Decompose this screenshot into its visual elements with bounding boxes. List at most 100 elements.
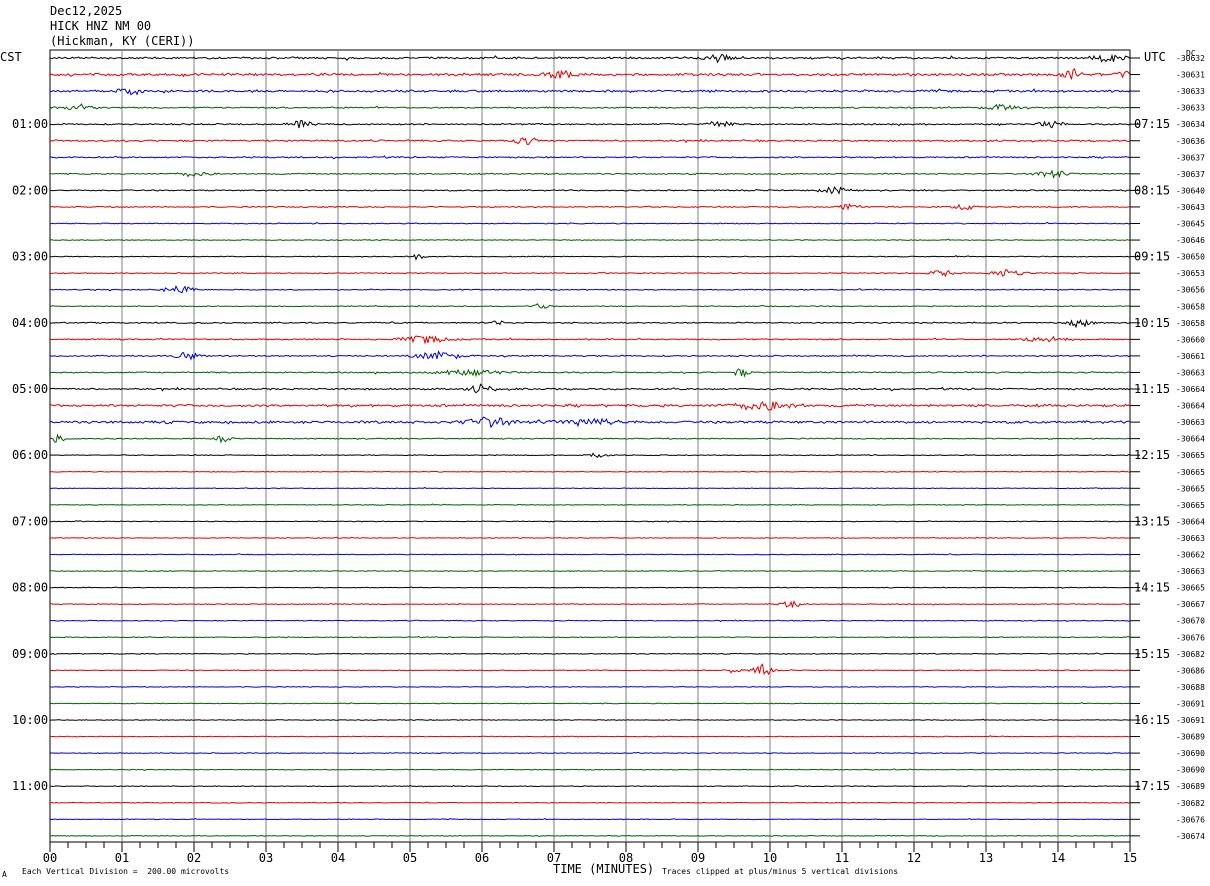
dc-offset-label: -30664 xyxy=(1176,402,1205,411)
dc-offset-label: -30631 xyxy=(1176,71,1205,80)
left-hour-label: 09:00 xyxy=(12,647,48,661)
dc-offset-label: -30664 xyxy=(1176,385,1205,394)
dc-offset-label: -30690 xyxy=(1176,749,1205,758)
dc-offset-label: -30689 xyxy=(1176,782,1205,791)
x-tick-label: 15 xyxy=(1123,851,1137,865)
dc-offset-label: -30665 xyxy=(1176,501,1205,510)
right-hour-label: 11:15 xyxy=(1134,382,1170,396)
dc-offset-label: -30664 xyxy=(1176,435,1205,444)
dc-offset-label: -30664 xyxy=(1176,517,1205,526)
seismic-trace xyxy=(50,586,1131,589)
right-hour-label: 16:15 xyxy=(1134,713,1170,727)
seismic-trace xyxy=(49,619,1131,623)
seismic-trace xyxy=(49,801,1131,804)
x-tick-label: 05 xyxy=(403,851,417,865)
seismic-trace xyxy=(49,784,1130,788)
dc-offset-label: -30633 xyxy=(1176,104,1205,113)
dc-offset-label: -30686 xyxy=(1176,666,1205,675)
dc-offset-label: -30676 xyxy=(1176,815,1205,824)
dc-offset-label: -30670 xyxy=(1176,617,1205,626)
seismic-trace xyxy=(49,768,1131,772)
dc-offset-label: -30660 xyxy=(1176,335,1205,344)
left-hour-label: 07:00 xyxy=(12,514,48,528)
dc-offset-label: -30661 xyxy=(1176,352,1205,361)
seismic-trace xyxy=(49,685,1130,688)
x-tick-label: 00 xyxy=(43,851,57,865)
seismic-trace xyxy=(49,203,1131,211)
left-hour-label: 04:00 xyxy=(12,316,48,330)
seismic-trace xyxy=(49,553,1131,556)
dc-offset-label: -30662 xyxy=(1176,551,1205,560)
left-hour-label: 06:00 xyxy=(12,448,48,462)
x-tick-label: 11 xyxy=(835,851,849,865)
dc-offset-label: -30674 xyxy=(1176,832,1205,841)
left-hour-label: 02:00 xyxy=(12,183,48,197)
x-tick-label: 10 xyxy=(763,851,777,865)
dc-offset-label: -30636 xyxy=(1176,137,1205,146)
dc-offset-label: -30632 xyxy=(1176,54,1205,63)
seismic-trace xyxy=(50,569,1131,572)
seismic-trace xyxy=(49,68,1131,80)
seismic-trace xyxy=(50,88,1131,96)
seismic-trace xyxy=(49,818,1131,821)
x-tick-label: 04 xyxy=(331,851,345,865)
x-tick-label: 02 xyxy=(187,851,201,865)
seismic-trace xyxy=(49,635,1131,639)
left-hour-label: 05:00 xyxy=(12,382,48,396)
x-axis-label: TIME (MINUTES) xyxy=(553,862,655,876)
x-tick-label: 03 xyxy=(259,851,273,865)
dc-offset-label: -30637 xyxy=(1176,170,1205,179)
seismic-trace xyxy=(49,53,1131,64)
dc-offset-label: -30682 xyxy=(1176,799,1205,808)
dc-offset-label: -30650 xyxy=(1176,253,1205,262)
x-tick-label: 14 xyxy=(1051,851,1065,865)
seismic-trace xyxy=(50,503,1131,506)
right-hour-label: 08:15 xyxy=(1134,183,1170,197)
seismic-trace xyxy=(50,284,1131,294)
dc-offset-label: -30663 xyxy=(1176,534,1205,543)
clip-note: Traces clipped at plus/minus 5 vertical … xyxy=(662,867,899,876)
scale-note: Each Vertical Division = 200.00 microvol… xyxy=(22,867,230,876)
dc-offset-label: -30667 xyxy=(1176,600,1205,609)
helicorder-chart: 00 01 02 03 04 05 06 07 08 09 10 11 12 13 14 15-30632-3… xyxy=(12,49,1205,865)
dc-offset-label: -30691 xyxy=(1176,716,1205,725)
dc-offset-label: -30653 xyxy=(1176,269,1205,278)
x-tick-label: 01 xyxy=(115,851,129,865)
seismic-trace xyxy=(49,303,1131,309)
dc-offset-label: -30637 xyxy=(1176,153,1205,162)
seismic-trace xyxy=(49,735,1131,738)
dc-offset-label: -30665 xyxy=(1176,468,1205,477)
seismic-trace xyxy=(49,702,1131,705)
dc-offset-label: -30663 xyxy=(1176,567,1205,576)
seismic-trace xyxy=(49,470,1131,473)
seismic-trace xyxy=(49,269,1131,278)
right-hour-label: 12:15 xyxy=(1134,448,1170,462)
dc-offset-label: -30640 xyxy=(1176,186,1205,195)
dc-offset-label: -30658 xyxy=(1176,319,1205,328)
seismic-trace xyxy=(49,119,1131,129)
dc-offset-label: -30682 xyxy=(1176,650,1205,659)
dc-offset-label: -30634 xyxy=(1176,120,1205,129)
left-hour-label: 01:00 xyxy=(12,117,48,131)
seismic-trace xyxy=(49,433,1131,444)
dc-offset-label: -30688 xyxy=(1176,683,1205,692)
dc-offset-label: -30656 xyxy=(1176,286,1205,295)
seismic-trace xyxy=(49,221,1131,225)
dc-offset-label: -30691 xyxy=(1176,699,1205,708)
dc-offset-label: -30665 xyxy=(1176,584,1205,593)
dc-offset-label: -30663 xyxy=(1176,368,1205,377)
right-hour-label: 09:15 xyxy=(1134,250,1170,264)
left-hour-label: 11:00 xyxy=(12,779,48,793)
seismic-trace xyxy=(49,103,1131,111)
dc-offset-label: -30676 xyxy=(1176,633,1205,642)
seismic-trace xyxy=(49,335,1131,345)
dc-offset-label: -30645 xyxy=(1176,220,1205,229)
seismic-trace xyxy=(49,253,1131,261)
dc-offset-label: -30646 xyxy=(1176,236,1205,245)
seismic-trace xyxy=(50,186,1131,195)
right-hour-label: 17:15 xyxy=(1134,779,1170,793)
left-hour-label: 03:00 xyxy=(12,250,48,264)
dc-offset-label: -30663 xyxy=(1176,418,1205,427)
right-hour-label: 15:15 xyxy=(1134,647,1170,661)
seismic-trace xyxy=(50,834,1130,838)
